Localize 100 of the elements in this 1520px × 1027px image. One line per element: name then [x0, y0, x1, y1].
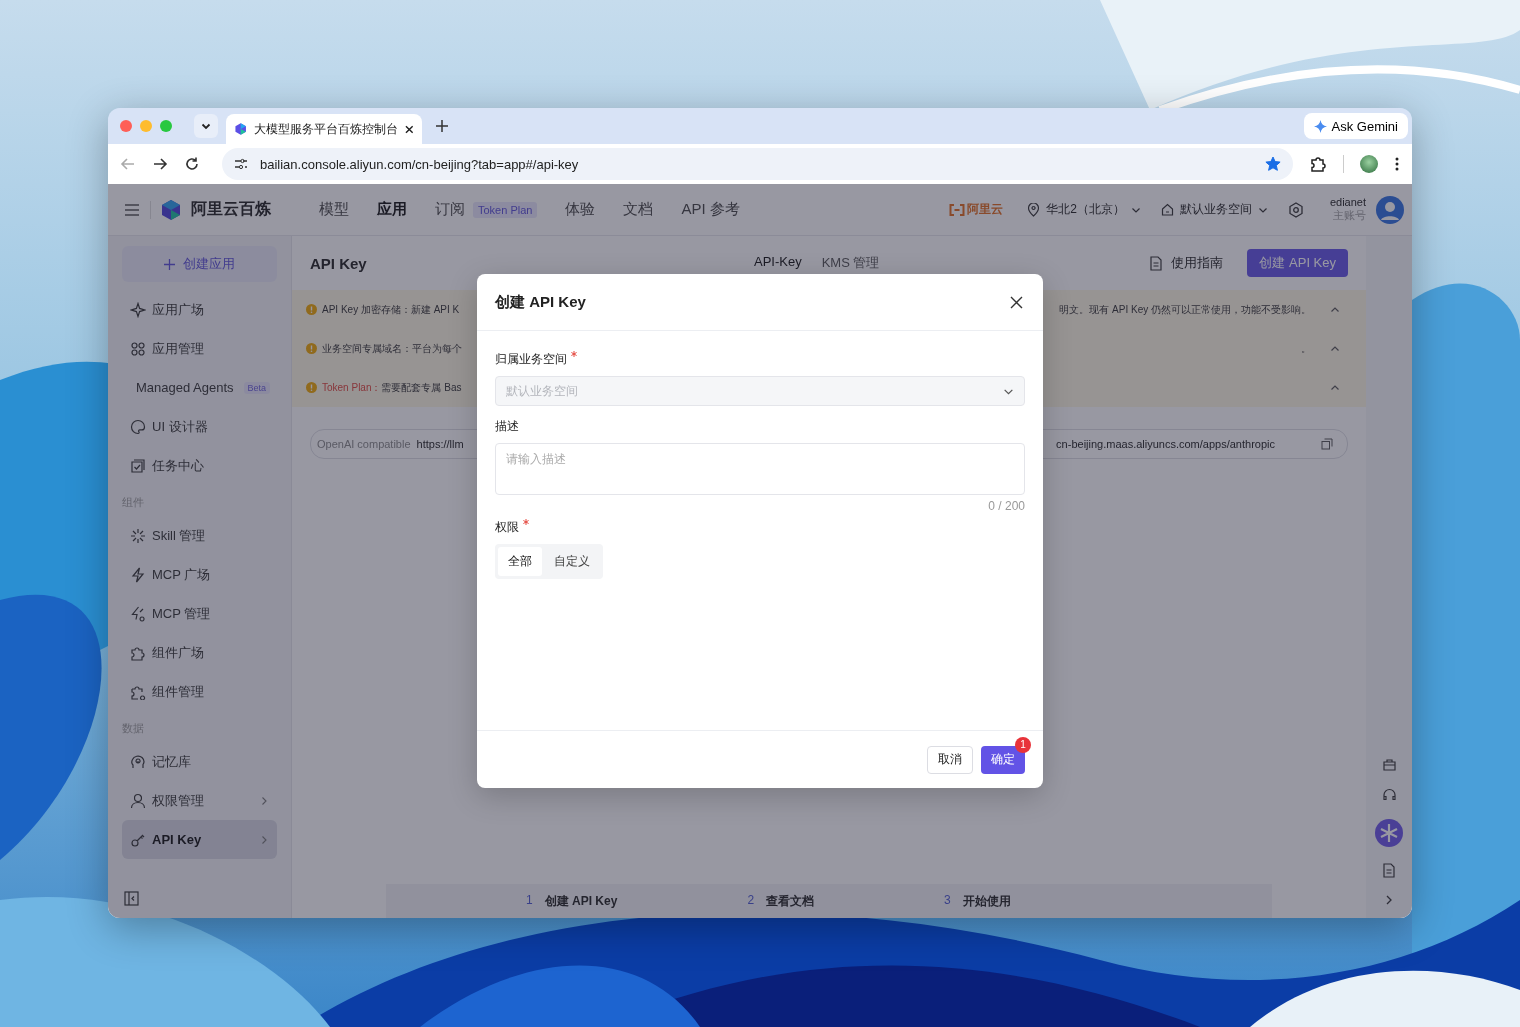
- beta-badge: Beta: [243, 381, 271, 394]
- app-logo-icon: [234, 122, 248, 136]
- palette-icon: [130, 418, 146, 435]
- sidebar-item[interactable]: Skill 管理: [122, 516, 277, 555]
- create-app-button[interactable]: 创建应用: [122, 246, 277, 282]
- reload-icon[interactable]: [184, 156, 200, 172]
- assistant-icon[interactable]: [1375, 819, 1403, 847]
- bolt-icon: [130, 566, 146, 583]
- nav-tab[interactable]: 文档: [623, 200, 654, 219]
- sparkle-icon: [130, 301, 146, 318]
- region-selector[interactable]: 华北2（北京）: [1027, 201, 1141, 218]
- guide-link[interactable]: 使用指南: [1149, 254, 1224, 272]
- back-icon[interactable]: [120, 156, 136, 172]
- page-tab[interactable]: API-Key: [754, 254, 802, 272]
- required-asterisk-icon: [523, 519, 529, 525]
- notice-text: 。: [1301, 341, 1311, 356]
- extensions-icon[interactable]: [1309, 155, 1327, 173]
- sidebar-item[interactable]: Managed Agents Beta: [122, 368, 277, 407]
- step-label: 查看文档: [766, 892, 815, 910]
- sidebar-item[interactable]: 任务中心: [122, 446, 277, 485]
- ask-gemini-button[interactable]: Ask Gemini: [1303, 113, 1408, 139]
- permission-option[interactable]: 全部: [498, 547, 542, 576]
- document-icon[interactable]: [1382, 863, 1396, 878]
- page-tab[interactable]: KMS 管理: [821, 254, 880, 272]
- tab-list-button[interactable]: [194, 114, 218, 138]
- description-field[interactable]: 请输入描述: [495, 443, 1025, 495]
- sidebar-item[interactable]: 组件广场: [122, 633, 277, 672]
- forward-icon[interactable]: [152, 156, 168, 172]
- required-asterisk-icon: [571, 351, 577, 357]
- pin-icon: [1027, 202, 1041, 217]
- field-label: 描述: [495, 418, 519, 435]
- cube-logo-icon: [161, 198, 181, 221]
- nav-tab[interactable]: API 参考: [681, 200, 740, 219]
- close-tab-icon[interactable]: [405, 124, 414, 134]
- new-tab-icon[interactable]: [436, 120, 448, 132]
- notice-text: 明文。现有 API Key 仍然可以正常使用，功能不受影响。: [1059, 302, 1311, 317]
- sidebar-item[interactable]: 权限管理: [122, 781, 277, 820]
- nav-tab[interactable]: 订阅: [435, 200, 465, 219]
- endpoint-url: https://llm: [416, 438, 464, 450]
- sidebar-item[interactable]: API Key: [122, 820, 277, 859]
- warning-icon: [306, 382, 317, 393]
- notification-badge: 1: [1015, 736, 1031, 753]
- headset-icon[interactable]: [1381, 788, 1397, 803]
- profile-avatar[interactable]: [1360, 155, 1378, 173]
- person-icon: [130, 792, 146, 809]
- head-icon: [130, 753, 146, 770]
- grid-icon: [130, 340, 146, 357]
- sidebar-item[interactable]: 应用管理: [122, 329, 277, 368]
- workspace-selector[interactable]: 默认业务空间: [1160, 201, 1268, 218]
- permission-option[interactable]: 自定义: [544, 547, 600, 576]
- bolt-icon: [130, 605, 146, 622]
- nav-tab[interactable]: 体验: [565, 200, 596, 219]
- warning-icon: [306, 304, 317, 315]
- step-number: 3: [944, 892, 951, 909]
- collapse-sidebar-icon[interactable]: [124, 891, 139, 906]
- plus-icon: [164, 258, 175, 270]
- field-label: 归属业务空间: [495, 351, 567, 368]
- cancel-button[interactable]: 取消: [927, 745, 973, 774]
- user-avatar[interactable]: [1376, 195, 1404, 224]
- notice-text: API Key 加密存储：新建 API K: [322, 302, 460, 317]
- address-bar[interactable]: bailian.console.aliyun.com/cn-beijing?tab=app#/api-key: [222, 148, 1293, 180]
- puzzle-icon: [130, 644, 146, 661]
- more-menu-icon[interactable]: [1394, 156, 1400, 172]
- close-icon[interactable]: [1010, 295, 1023, 309]
- partner-logo-icon: [949, 203, 966, 216]
- sidebar-item[interactable]: MCP 管理: [122, 594, 277, 633]
- endpoint-url: cn-beijing.maas.aliyuncs.com/apps/anthropic: [1056, 438, 1275, 450]
- dialog-title: 创建 API Key: [495, 292, 586, 312]
- field-label: 权限: [495, 519, 519, 536]
- document-icon: [1149, 255, 1164, 271]
- page-title: API Key: [310, 254, 368, 272]
- sidebar-item[interactable]: MCP 广场: [122, 555, 277, 594]
- notice-text: Token Plan：需要配套专属 Bas: [322, 380, 462, 395]
- close-window-button[interactable]: [120, 120, 132, 132]
- nav-tab[interactable]: 应用: [377, 200, 407, 219]
- sidebar-item[interactable]: 记忆库: [122, 742, 277, 781]
- sidebar-item[interactable]: UI 设计器: [122, 407, 277, 446]
- notice-text: 业务空间专属域名：平台为每个: [322, 341, 462, 356]
- create-api-key-button[interactable]: 创建 API Key: [1247, 249, 1348, 277]
- bookmark-star-icon[interactable]: [1265, 156, 1281, 172]
- plan-badge: Token Plan: [473, 201, 538, 218]
- step-number: 1: [526, 892, 533, 909]
- character-counter: 0 / 200: [988, 499, 1025, 513]
- sidebar-item[interactable]: 组件管理: [122, 672, 277, 711]
- settings-icon[interactable]: [1287, 201, 1304, 218]
- user-name: edianet: [1329, 196, 1366, 208]
- bag-icon[interactable]: [1381, 757, 1397, 772]
- partner-name: 阿里云: [967, 201, 1004, 218]
- brand-name: 阿里云百炼: [191, 199, 271, 219]
- sidebar-item[interactable]: 应用广场: [122, 290, 277, 329]
- browser-tab[interactable]: 大模型服务平台百炼控制台: [226, 114, 422, 144]
- sparkle-icon: [1313, 119, 1327, 133]
- copy-icon[interactable]: [1321, 438, 1333, 450]
- tune-icon[interactable]: [234, 157, 248, 171]
- nav-tab[interactable]: 模型: [319, 200, 349, 219]
- step-number: 2: [747, 892, 755, 909]
- burst-icon: [130, 527, 146, 544]
- task-icon: [130, 457, 146, 474]
- menu-icon[interactable]: [124, 202, 140, 217]
- warning-icon: [306, 343, 317, 354]
